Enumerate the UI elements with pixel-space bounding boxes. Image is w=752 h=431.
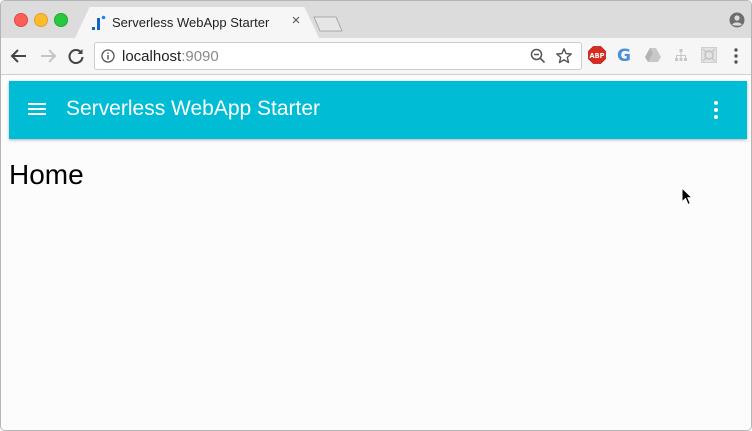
tab-title: Serverless WebApp Starter	[112, 15, 270, 30]
new-tab-button[interactable]	[313, 16, 343, 32]
url-host: localhost	[122, 48, 182, 65]
app-toolbar: Serverless WebApp Starter	[9, 81, 747, 139]
address-bar[interactable]: localhost:9090	[94, 42, 582, 70]
more-vert-icon[interactable]	[712, 100, 720, 120]
browser-menu-icon[interactable]	[729, 47, 743, 65]
browser-window: Serverless WebApp Starter × localhost:90…	[0, 0, 752, 431]
bookmark-star-icon[interactable]	[555, 47, 573, 65]
browser-toolbar: localhost:9090 ABP G	[1, 38, 751, 75]
forward-arrow-icon[interactable]	[38, 46, 58, 66]
back-arrow-icon[interactable]	[9, 46, 29, 66]
app-logo-icon	[92, 15, 106, 30]
google-drive-icon[interactable]	[644, 46, 662, 64]
maximize-window-button[interactable]	[54, 13, 68, 27]
hamburger-menu-icon[interactable]	[28, 101, 46, 117]
page-heading: Home	[9, 159, 84, 190]
close-window-button[interactable]	[14, 13, 28, 27]
adblock-plus-icon[interactable]: ABP	[588, 46, 606, 64]
svg-text:ABP: ABP	[590, 52, 605, 60]
tab-active[interactable]: Serverless WebApp Starter ×	[75, 7, 319, 38]
tab-close-icon[interactable]: ×	[289, 13, 303, 28]
zoom-out-icon[interactable]	[530, 48, 546, 64]
mouse-cursor-icon	[681, 187, 693, 206]
reload-icon[interactable]	[66, 46, 86, 66]
tab-strip: Serverless WebApp Starter ×	[1, 1, 751, 38]
url-port: :9090	[181, 48, 219, 65]
app-title: Serverless WebApp Starter	[66, 97, 321, 120]
page-viewport: Serverless WebApp Starter Home	[1, 75, 751, 430]
google-translate-icon[interactable]: G	[615, 46, 633, 64]
url-text[interactable]: localhost:9090	[122, 48, 219, 65]
profile-icon[interactable]	[729, 12, 745, 28]
box-icon[interactable]	[700, 46, 718, 64]
minimize-window-button[interactable]	[34, 13, 48, 27]
info-icon[interactable]	[101, 49, 115, 63]
tree-icon[interactable]	[672, 46, 690, 64]
svg-text:G: G	[617, 46, 631, 64]
